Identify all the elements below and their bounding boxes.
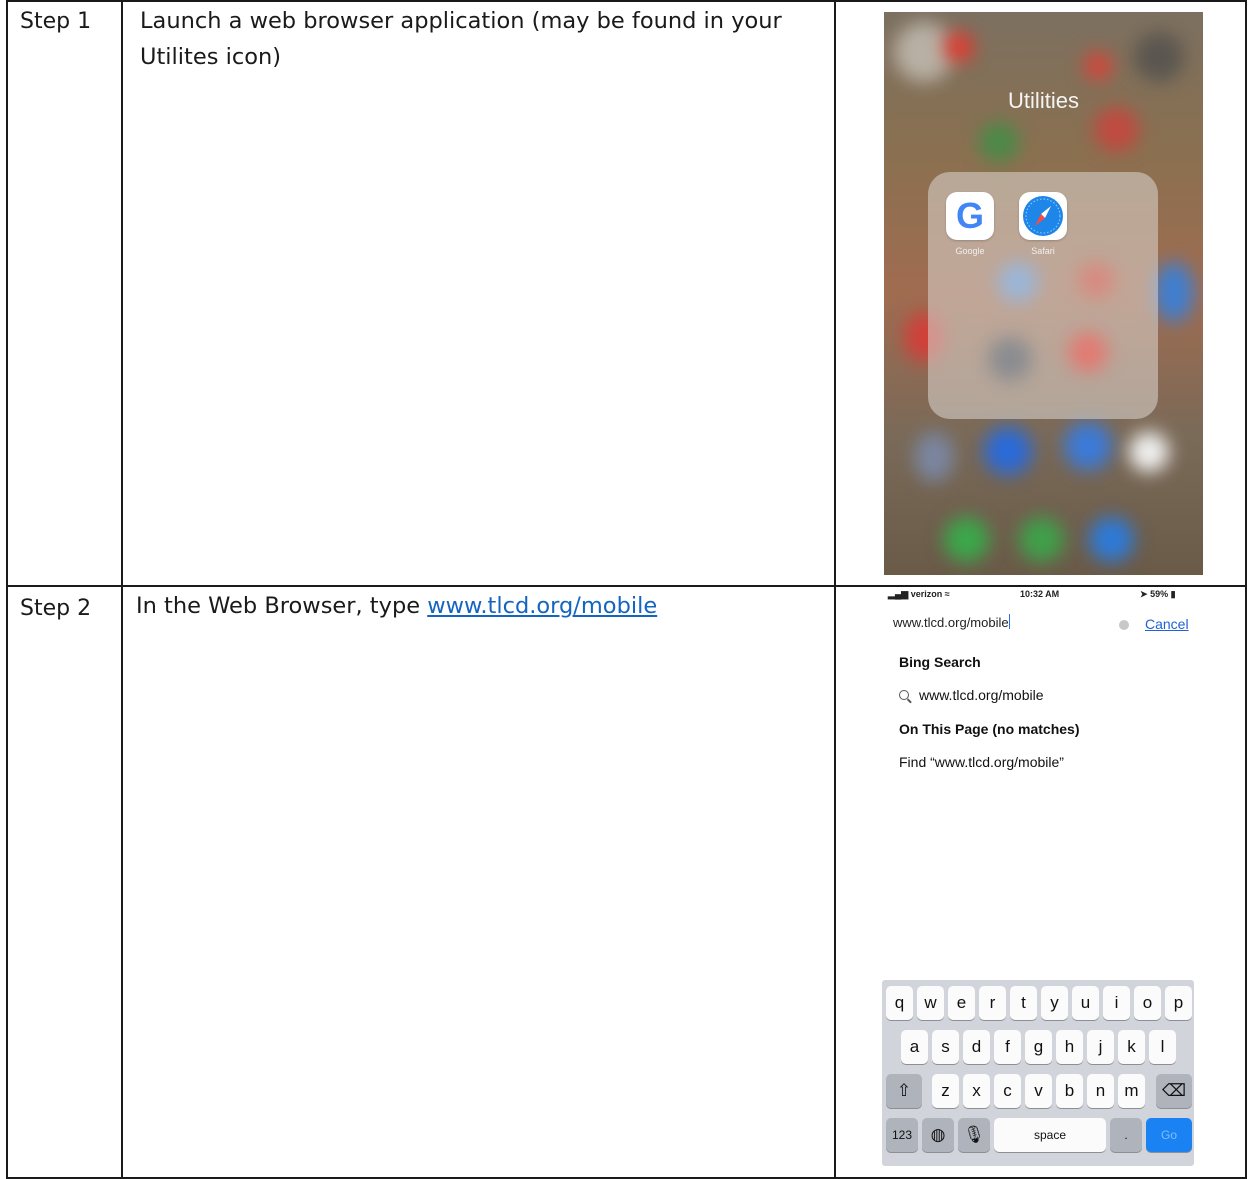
ios-keyboard: q w e r t y u i o p a s d f g h j k l ⇧ … [882,980,1194,1166]
blur-blob [998,262,1038,302]
key-h[interactable]: h [1056,1030,1083,1064]
key-y[interactable]: y [1041,986,1068,1020]
wifi-icon: ≈ [944,589,950,599]
dictation-key[interactable]: 🎙 [958,1118,990,1152]
blur-blob [944,517,989,562]
blur-blob [984,427,1032,475]
row-divider [6,585,1247,587]
key-d[interactable]: d [963,1030,990,1064]
step-1-label: Step 1 [20,9,92,34]
location-icon: ➤ [1140,589,1148,599]
search-suggestion[interactable]: www.tlcd.org/mobile [899,687,1044,703]
key-c[interactable]: c [994,1074,1021,1108]
signal-icon: ▂▄▆ [888,589,909,599]
key-l[interactable]: l [1149,1030,1176,1064]
url-input-value: www.tlcd.org/mobile [893,615,1009,630]
key-p[interactable]: p [1165,986,1192,1020]
column-divider-2 [834,0,836,1179]
url-input[interactable]: www.tlcd.org/mobile [893,614,1138,638]
folder-title: Utilities [1008,88,1079,113]
blur-blob [1019,517,1064,562]
google-g-icon: G [955,195,984,236]
tlcd-mobile-link[interactable]: www.tlcd.org/mobile [427,593,657,619]
battery-icon: ▮ [1170,589,1176,599]
microphone-icon: 🎙 [963,1125,985,1144]
on-this-page-heading: On This Page (no matches) [899,721,1080,737]
shift-icon: ⇧ [896,1081,912,1100]
go-key[interactable]: Go [1146,1118,1192,1152]
blur-blob [1089,517,1134,562]
key-e[interactable]: e [948,986,975,1020]
step-1-instruction-line-1: Launch a web browser application (may be… [140,8,782,34]
table-border-right [1245,0,1247,1179]
text-caret [1008,614,1010,629]
key-f[interactable]: f [994,1030,1021,1064]
bing-search-heading: Bing Search [899,654,981,670]
step-2-label: Step 2 [20,596,92,621]
google-app-label: Google [955,246,985,256]
blur-blob [988,337,1032,381]
key-r[interactable]: r [979,986,1006,1020]
key-v[interactable]: v [1025,1074,1052,1108]
cancel-button[interactable]: Cancel [1145,616,1189,632]
key-t[interactable]: t [1010,986,1037,1020]
search-icon [899,690,909,700]
safari-app[interactable] [1019,192,1067,240]
key-z[interactable]: z [932,1074,959,1108]
key-o[interactable]: o [1134,986,1161,1020]
clear-text-icon[interactable] [1119,620,1129,630]
key-i[interactable]: i [1103,986,1130,1020]
blur-blob [1154,262,1194,322]
key-j[interactable]: j [1087,1030,1114,1064]
blur-blob [1068,332,1108,372]
safari-compass-icon [1023,196,1063,236]
step-2-instruction: In the Web Browser, type www.tlcd.org/mo… [136,588,826,624]
blur-blob [1129,432,1169,472]
table-border-left [6,0,8,1179]
blur-blob [1134,32,1184,82]
key-k[interactable]: k [1118,1030,1145,1064]
google-app[interactable]: G [946,192,994,240]
key-q[interactable]: q [886,986,913,1020]
status-carrier: ▂▄▆ verizon ≈ [888,589,950,600]
step-1-instruction-line-2: Utilites icon) [140,44,282,70]
column-divider-1 [121,0,123,1179]
find-on-page-item[interactable]: Find “www.tlcd.org/mobile” [899,754,1064,770]
backspace-icon: ⌫ [1161,1081,1187,1100]
blur-blob [1064,422,1112,470]
safari-app-label: Safari [1031,246,1055,256]
period-key[interactable]: . [1110,1118,1142,1152]
blur-blob [1084,52,1112,80]
safari-url-entry-screenshot: ▂▄▆ verizon ≈ 10:32 AM ➤ 59% ▮ www.tlcd.… [880,588,1204,1168]
key-a[interactable]: a [901,1030,928,1064]
key-s[interactable]: s [932,1030,959,1064]
key-n[interactable]: n [1087,1074,1114,1108]
key-b[interactable]: b [1056,1074,1083,1108]
key-g[interactable]: g [1025,1030,1052,1064]
blur-blob [979,122,1019,162]
space-key[interactable]: space [994,1118,1106,1152]
utilities-folder-screenshot: Utilities G Google Safari [884,12,1203,575]
status-time: 10:32 AM [1020,589,1060,599]
step-1-instruction: Launch a web browser application (may be… [140,3,830,75]
key-w[interactable]: w [917,986,944,1020]
key-u[interactable]: u [1072,986,1099,1020]
key-x[interactable]: x [963,1074,990,1108]
step-2-instruction-text: In the Web Browser, type [136,593,428,619]
key-m[interactable]: m [1118,1074,1145,1108]
battery-percent: 59% [1150,589,1169,599]
numbers-key[interactable]: 123 [886,1118,918,1152]
search-suggestion-text: www.tlcd.org/mobile [919,687,1044,703]
blur-blob [914,432,954,482]
blur-blob [944,32,974,62]
backspace-key[interactable]: ⌫ [1156,1074,1192,1108]
shift-key[interactable]: ⇧ [886,1074,922,1108]
blur-blob [1078,262,1114,298]
carrier-name: verizon [910,589,943,599]
globe-key[interactable]: ◍ [922,1118,954,1152]
status-battery: ➤ 59% ▮ [1140,589,1176,600]
globe-icon: ◍ [930,1125,946,1144]
table-border-top [6,0,1247,2]
